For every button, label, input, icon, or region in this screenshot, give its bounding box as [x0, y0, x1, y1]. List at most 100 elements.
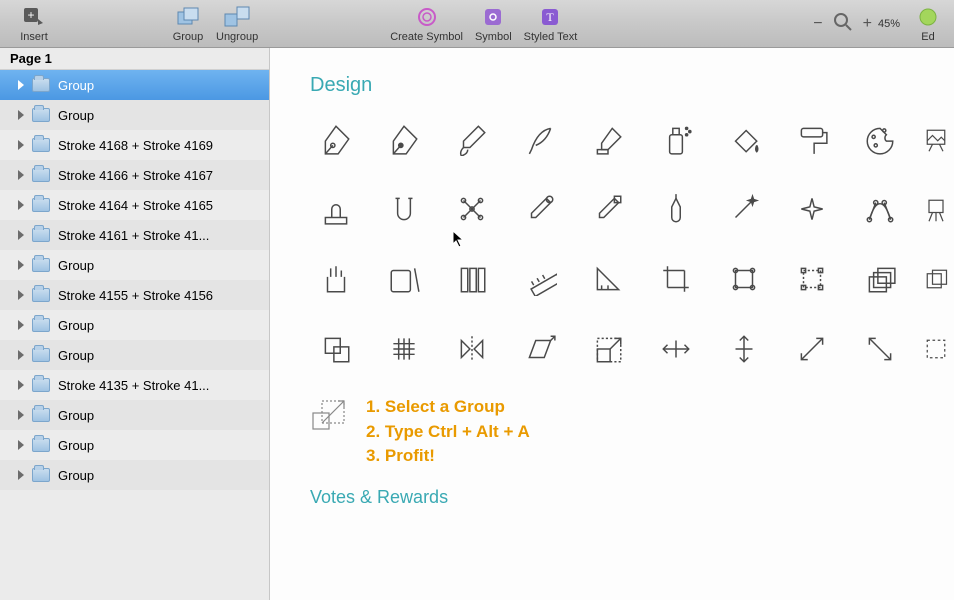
canvas[interactable]: Design 1. Select a Group 2. Type Ctrl + …	[270, 48, 954, 600]
subtract-icon[interactable]	[310, 329, 362, 369]
pen-cup-icon[interactable]	[310, 259, 362, 299]
zoom-controls: − + 45%	[813, 0, 908, 47]
layer-row[interactable]: Stroke 4155 + Stroke 4156	[0, 280, 269, 310]
palette-icon[interactable]	[854, 119, 906, 159]
svg-text:T: T	[547, 10, 555, 24]
swatches-icon[interactable]	[446, 259, 498, 299]
folder-icon	[32, 228, 50, 242]
sparkle-icon[interactable]	[786, 189, 838, 229]
ungroup-button[interactable]: Ungroup	[210, 0, 264, 47]
layer-row[interactable]: Stroke 4135 + Stroke 41...	[0, 370, 269, 400]
disclosure-triangle-icon[interactable]	[18, 440, 24, 450]
page-title[interactable]: Page 1	[0, 48, 269, 70]
disclosure-triangle-icon[interactable]	[18, 200, 24, 210]
insert-button[interactable]: + Insert	[12, 0, 56, 47]
scale-thumb-icon	[310, 395, 350, 438]
pen-nib-icon[interactable]	[310, 119, 362, 159]
ungroup-icon	[223, 5, 251, 29]
instructions-block: 1. Select a Group 2. Type Ctrl + Alt + A…	[310, 395, 930, 469]
layers-icon[interactable]	[854, 259, 906, 299]
layer-name: Stroke 4161 + Stroke 41...	[58, 228, 209, 243]
magic-wand-icon[interactable]	[718, 189, 770, 229]
instruction-step-3: 3. Profit!	[366, 444, 530, 469]
disclosure-triangle-icon[interactable]	[18, 380, 24, 390]
folder-icon	[32, 288, 50, 302]
folder-icon	[32, 348, 50, 362]
disclosure-triangle-icon[interactable]	[18, 80, 24, 90]
layer-row[interactable]: Group	[0, 400, 269, 430]
tablet-stylus-icon[interactable]	[378, 259, 430, 299]
disclosure-triangle-icon[interactable]	[18, 410, 24, 420]
layer-row[interactable]: Group	[0, 100, 269, 130]
layer-name: Group	[58, 468, 94, 483]
grid-icon[interactable]	[378, 329, 430, 369]
height-arrows-icon[interactable]	[718, 329, 770, 369]
expand-icon[interactable]	[786, 329, 838, 369]
symbol-button[interactable]: Symbol	[469, 0, 518, 47]
easel-icon[interactable]	[922, 189, 950, 229]
group-button[interactable]: Group	[166, 0, 210, 47]
zoom-value[interactable]: 45%	[878, 18, 900, 30]
mirror-icon[interactable]	[446, 329, 498, 369]
bounding-box-icon[interactable]	[786, 259, 838, 299]
dropper-alt-icon[interactable]	[582, 189, 634, 229]
layer-row[interactable]: Group	[0, 310, 269, 340]
layer-row[interactable]: Stroke 4161 + Stroke 41...	[0, 220, 269, 250]
layer-row[interactable]: Group	[0, 340, 269, 370]
spray-can-icon[interactable]	[650, 119, 702, 159]
disclosure-triangle-icon[interactable]	[18, 260, 24, 270]
quill-icon[interactable]	[514, 119, 566, 159]
shear-icon[interactable]	[514, 329, 566, 369]
ruler-icon[interactable]	[514, 259, 566, 299]
dropper-icon[interactable]	[514, 189, 566, 229]
layer-row[interactable]: Stroke 4166 + Stroke 4167	[0, 160, 269, 190]
nodes-icon[interactable]	[446, 189, 498, 229]
layer-row[interactable]: Group	[0, 430, 269, 460]
brush-icon[interactable]	[446, 119, 498, 159]
painting-icon[interactable]	[922, 119, 950, 159]
triangle-ruler-icon[interactable]	[582, 259, 634, 299]
disclosure-triangle-icon[interactable]	[18, 470, 24, 480]
highlighter-icon[interactable]	[582, 119, 634, 159]
crop-icon[interactable]	[650, 259, 702, 299]
transform-icon[interactable]	[718, 259, 770, 299]
disclosure-triangle-icon[interactable]	[18, 320, 24, 330]
layers-alt-icon[interactable]	[922, 259, 950, 299]
layer-row[interactable]: Stroke 4164 + Stroke 4165	[0, 190, 269, 220]
styled-text-button[interactable]: T Styled Text	[518, 0, 584, 47]
edit-button-partial[interactable]: Ed	[908, 0, 942, 47]
folder-icon	[32, 468, 50, 482]
icon-grid	[310, 119, 930, 369]
folder-icon	[32, 258, 50, 272]
marquee-icon[interactable]	[922, 329, 950, 369]
disclosure-triangle-icon[interactable]	[18, 110, 24, 120]
magnet-icon[interactable]	[378, 189, 430, 229]
section-design-title: Design	[310, 74, 930, 97]
bezier-icon[interactable]	[854, 189, 906, 229]
refresh-circle-icon	[413, 5, 441, 29]
disclosure-triangle-icon[interactable]	[18, 230, 24, 240]
group-icon	[174, 5, 202, 29]
disclosure-triangle-icon[interactable]	[18, 350, 24, 360]
layer-name: Group	[58, 408, 94, 423]
layer-row[interactable]: Stroke 4168 + Stroke 4169	[0, 130, 269, 160]
disclosure-triangle-icon[interactable]	[18, 140, 24, 150]
layer-row[interactable]: Group	[0, 250, 269, 280]
disclosure-triangle-icon[interactable]	[18, 290, 24, 300]
folder-icon	[32, 378, 50, 392]
zoom-out-button[interactable]: −	[813, 16, 822, 32]
width-arrows-icon[interactable]	[650, 329, 702, 369]
instruction-step-2: 2. Type Ctrl + Alt + A	[366, 420, 530, 445]
ink-dropper-icon[interactable]	[650, 189, 702, 229]
create-symbol-button[interactable]: Create Symbol	[384, 0, 469, 47]
disclosure-triangle-icon[interactable]	[18, 170, 24, 180]
zoom-in-button[interactable]: +	[863, 16, 872, 32]
paint-bucket-icon[interactable]	[718, 119, 770, 159]
scale-icon[interactable]	[582, 329, 634, 369]
layer-row[interactable]: Group	[0, 460, 269, 490]
pen-nib-alt-icon[interactable]	[378, 119, 430, 159]
stamp-icon[interactable]	[310, 189, 362, 229]
collapse-icon[interactable]	[854, 329, 906, 369]
paint-roller-icon[interactable]	[786, 119, 838, 159]
layer-row[interactable]: Group	[0, 70, 269, 100]
